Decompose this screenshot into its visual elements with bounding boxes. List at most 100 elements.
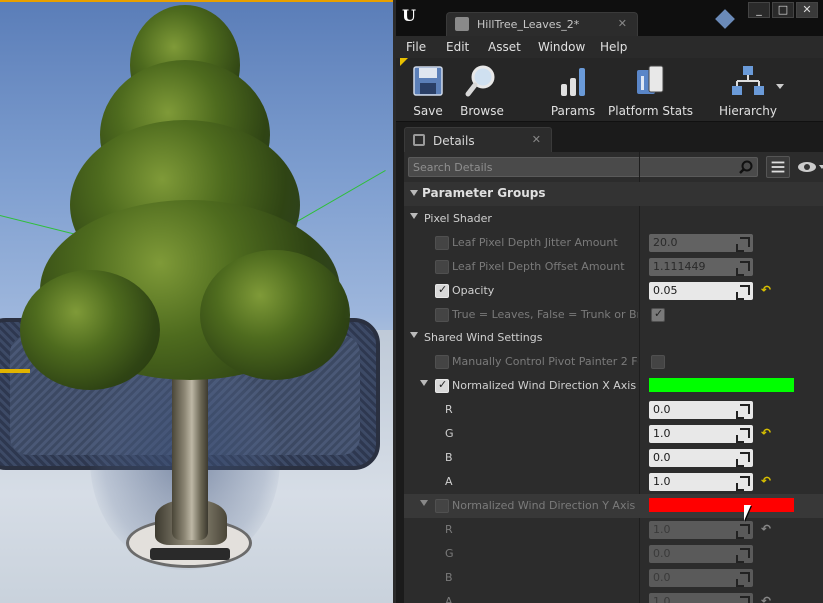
drag-handle-icon[interactable] (736, 261, 750, 276)
gizmo-bar (0, 369, 30, 373)
reset-to-default-icon[interactable]: ↶ (761, 594, 771, 603)
menu-window[interactable]: Window (538, 40, 585, 54)
close-details-icon[interactable]: ✕ (532, 133, 541, 146)
menu-file[interactable]: File (406, 40, 426, 54)
platform-stats-button[interactable]: Platform Stats (608, 60, 693, 120)
channel-a-label: A (445, 475, 453, 488)
x-axis-color-swatch[interactable] (649, 378, 794, 392)
shared-wind-label: Shared Wind Settings (424, 331, 543, 344)
viewport[interactable] (0, 0, 393, 603)
opacity-row: Opacity 0.05 ↶ (404, 279, 823, 303)
offset-row: Leaf Pixel Depth Offset Amount 1.111449 (404, 255, 823, 279)
search-input[interactable] (413, 160, 733, 175)
tree-canopy (200, 250, 350, 380)
close-window-button[interactable]: ✕ (796, 2, 818, 18)
reset-to-default-icon[interactable]: ↶ (761, 426, 771, 440)
y-axis-b-field[interactable]: 0.0 (649, 569, 753, 587)
collapse-arrow-icon[interactable] (410, 190, 418, 196)
manual-pivot-row: Manually Control Pivot Painter 2 Foliage (404, 350, 823, 374)
opacity-value-field[interactable]: 0.05 (649, 282, 753, 300)
drag-handle-icon[interactable] (736, 572, 750, 587)
x-axis-r-field[interactable]: 0.0 (649, 401, 753, 419)
drag-handle-icon[interactable] (740, 596, 750, 603)
drag-handle-icon[interactable] (736, 524, 750, 539)
reset-to-default-icon[interactable]: ↶ (761, 283, 771, 297)
parameter-groups-header[interactable]: Parameter Groups (404, 182, 823, 206)
x-axis-b-row: B 0.0 (404, 446, 823, 470)
manual-pivot-checkbox[interactable] (651, 355, 665, 369)
offset-value: 1.111449 (653, 260, 706, 273)
leaves-flag-checkbox[interactable] (651, 307, 665, 322)
x-axis-r-row: R 0.0 (404, 398, 823, 422)
channel-r-label: R (445, 403, 453, 416)
opacity-override-checkbox[interactable] (435, 283, 449, 298)
source-control-icon[interactable] (715, 9, 735, 29)
hierarchy-button[interactable]: Hierarchy (718, 60, 778, 120)
menu-help[interactable]: Help (600, 40, 627, 54)
drag-handle-icon[interactable] (736, 285, 750, 300)
jitter-value: 20.0 (653, 236, 678, 249)
collapse-arrow-icon[interactable] (410, 213, 418, 219)
x-axis-a-row: A 1.0 ↶ (404, 470, 823, 494)
collapse-arrow-icon[interactable] (410, 332, 418, 338)
opacity-value: 0.05 (653, 284, 678, 297)
tree-canopy (20, 270, 160, 390)
details-panel: Parameter Groups Pixel Shader Leaf Pixel… (404, 152, 823, 603)
drag-handle-icon[interactable] (736, 476, 750, 491)
close-tab-icon[interactable]: ✕ (618, 17, 627, 30)
x-axis-g-value: 1.0 (653, 427, 671, 440)
x-axis-g-field[interactable]: 1.0 (649, 425, 753, 443)
browse-button[interactable]: Browse (454, 60, 510, 120)
hierarchy-icon (732, 66, 764, 95)
drag-handle-icon[interactable] (736, 428, 750, 443)
y-axis-g-field[interactable]: 0.0 (649, 545, 753, 563)
reset-to-default-icon[interactable]: ↶ (761, 474, 771, 488)
y-axis-color-swatch[interactable] (649, 498, 794, 512)
document-tab[interactable]: HillTree_Leaves_2* ✕ (446, 12, 638, 36)
search-box[interactable] (408, 157, 758, 177)
y-axis-override-checkbox[interactable] (435, 499, 449, 513)
x-axis-b-field[interactable]: 0.0 (649, 449, 753, 467)
details-tab[interactable]: Details ✕ (404, 127, 552, 152)
collapse-arrow-icon[interactable] (420, 500, 428, 506)
manual-pivot-override-checkbox[interactable] (435, 355, 449, 369)
x-axis-r-value: 0.0 (653, 403, 671, 416)
manual-pivot-label: Manually Control Pivot Painter 2 Foliage (452, 355, 638, 368)
menu-asset[interactable]: Asset (488, 40, 521, 54)
offset-override-checkbox[interactable] (435, 260, 449, 274)
y-axis-r-row: R 1.0 ↶ (404, 518, 823, 542)
channel-g-label: G (445, 547, 454, 560)
maximize-button[interactable]: □ (772, 2, 794, 18)
leaves-flag-override-checkbox[interactable] (435, 308, 449, 322)
offset-value-field[interactable]: 1.111449 (649, 258, 753, 276)
save-button[interactable]: Save (406, 60, 450, 120)
shared-wind-header[interactable]: Shared Wind Settings (404, 326, 823, 350)
y-axis-a-field[interactable]: 1.0 (649, 593, 753, 603)
save-label: Save (413, 104, 443, 118)
list-view-icon (771, 161, 785, 173)
hierarchy-dropdown-icon[interactable] (776, 84, 784, 89)
y-axis-g-value: 0.0 (653, 547, 671, 560)
reset-to-default-icon[interactable]: ↶ (761, 522, 771, 536)
collapse-arrow-icon[interactable] (420, 380, 428, 386)
jitter-override-checkbox[interactable] (435, 236, 449, 250)
document-tab-label: HillTree_Leaves_2* (477, 18, 580, 31)
drag-handle-icon[interactable] (736, 237, 750, 252)
hierarchy-label: Hierarchy (718, 104, 777, 118)
panel-tab-row: Details ✕ (396, 122, 823, 152)
drag-handle-icon[interactable] (736, 404, 750, 419)
jitter-value-field[interactable]: 20.0 (649, 234, 753, 252)
menu-edit[interactable]: Edit (446, 40, 469, 54)
pixel-shader-header[interactable]: Pixel Shader (404, 207, 823, 231)
jitter-row: Leaf Pixel Depth Jitter Amount 20.0 (404, 231, 823, 255)
eye-icon[interactable] (796, 158, 823, 176)
drag-handle-icon[interactable] (736, 452, 750, 467)
x-axis-override-checkbox[interactable] (435, 378, 449, 393)
minimize-button[interactable]: _ (748, 2, 770, 18)
y-axis-r-field[interactable]: 1.0 (649, 521, 753, 539)
view-options-button[interactable] (766, 156, 790, 178)
params-button[interactable]: Params (548, 60, 598, 120)
drag-handle-icon[interactable] (736, 548, 750, 563)
x-axis-a-field[interactable]: 1.0 (649, 473, 753, 491)
params-label: Params (550, 104, 596, 118)
